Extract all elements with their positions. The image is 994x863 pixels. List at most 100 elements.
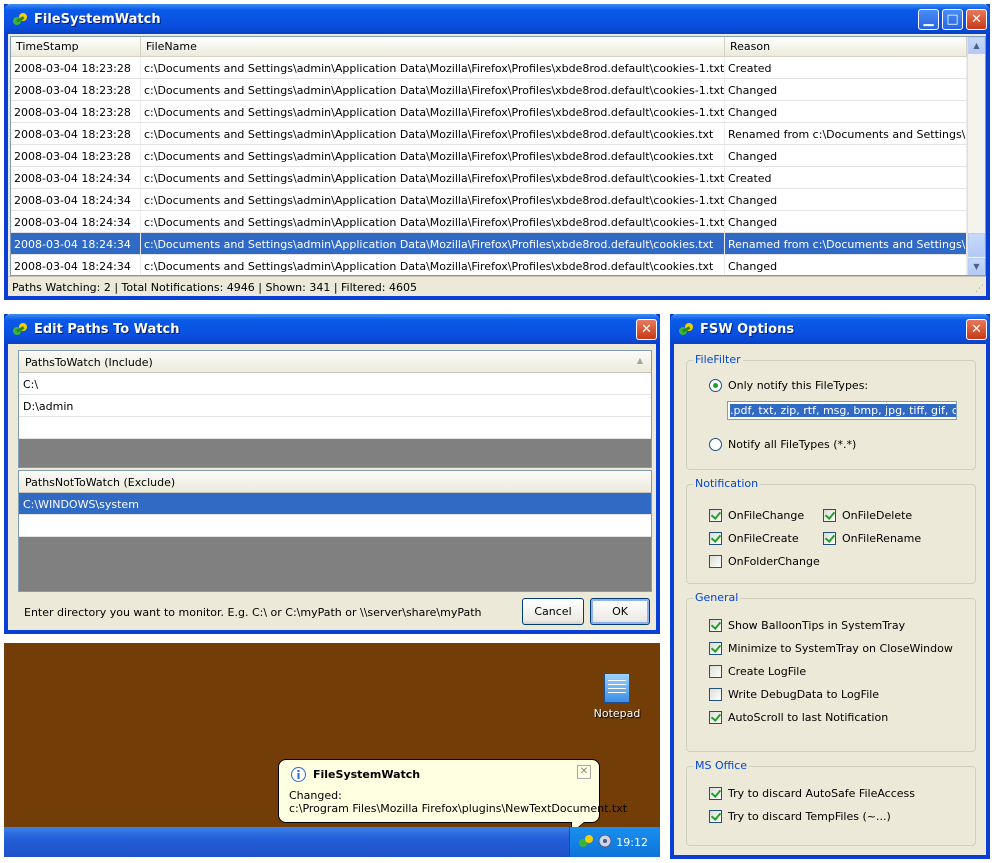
options-titlebar[interactable]: FSW Options ✕ bbox=[670, 314, 990, 344]
minimize-to-tray-checkbox[interactable]: Minimize to SystemTray on CloseWindow bbox=[709, 642, 953, 655]
only-filetypes-label: Only notify this FileTypes: bbox=[728, 379, 869, 392]
options-client: FileFilter Only notify this FileTypes: .… bbox=[674, 344, 986, 855]
table-row[interactable]: 2008-03-04 18:24:34 c:\Documents and Sett… bbox=[11, 167, 985, 189]
exclude-header[interactable]: PathsNotToWatch (Exclude) bbox=[19, 471, 651, 493]
onfilechange-checkbox[interactable]: OnFileChange bbox=[709, 509, 804, 522]
info-icon bbox=[291, 767, 306, 782]
checkbox-indicator bbox=[709, 665, 722, 678]
exclude-row[interactable]: C:\WINDOWS\system bbox=[19, 493, 651, 515]
create-logfile-checkbox[interactable]: Create LogFile bbox=[709, 665, 806, 678]
cell-timestamp: 2008-03-04 18:23:28 bbox=[11, 123, 141, 144]
notepad-icon bbox=[604, 673, 630, 703]
notification-list[interactable]: TimeStamp FileName Reason 2008-03-04 18:… bbox=[10, 36, 986, 276]
table-row[interactable]: 2008-03-04 18:23:28 c:\Documents and Sett… bbox=[11, 79, 985, 101]
onfilecreate-label: OnFileCreate bbox=[728, 532, 799, 545]
network-tray-icon[interactable] bbox=[598, 834, 612, 848]
notepad-desktop-icon[interactable]: Notepad bbox=[592, 673, 642, 720]
write-debugdata-checkbox[interactable]: Write DebugData to LogFile bbox=[709, 688, 879, 701]
cell-timestamp: 2008-03-04 18:24:34 bbox=[11, 211, 141, 232]
options-close-button[interactable]: ✕ bbox=[966, 318, 987, 340]
vertical-scrollbar[interactable]: ▲ ▼ bbox=[967, 37, 985, 275]
notification-group: Notification OnFileChange OnFileDelete O… bbox=[686, 477, 976, 584]
checkbox-indicator bbox=[709, 810, 722, 823]
exclude-new-row[interactable] bbox=[19, 515, 651, 537]
exclude-paths-grid[interactable]: PathsNotToWatch (Exclude) C:\WINDOWS\sys… bbox=[18, 470, 652, 592]
scroll-up-button[interactable]: ▲ bbox=[968, 37, 985, 54]
main-titlebar[interactable]: FileSystemWatch ▁ □ ✕ bbox=[4, 4, 990, 34]
filetypes-input[interactable]: .pdf, txt, zip, rtf, msg, bmp, jpg, tiff… bbox=[727, 401, 957, 420]
checkbox-indicator bbox=[709, 509, 722, 522]
checkbox-indicator bbox=[709, 532, 722, 545]
table-row[interactable]: 2008-03-04 18:24:34 c:\Documents and Sett… bbox=[11, 255, 985, 275]
autoscroll-checkbox[interactable]: AutoScroll to last Notification bbox=[709, 711, 888, 724]
onfilerename-checkbox[interactable]: OnFileRename bbox=[823, 532, 921, 545]
onfiledelete-checkbox[interactable]: OnFileDelete bbox=[823, 509, 912, 522]
notepad-label: Notepad bbox=[593, 707, 641, 720]
onfilecreate-checkbox[interactable]: OnFileCreate bbox=[709, 532, 799, 545]
scroll-thumb[interactable] bbox=[968, 233, 985, 257]
table-row[interactable]: 2008-03-04 18:24:34 c:\Documents and Sett… bbox=[11, 189, 985, 211]
options-title: FSW Options bbox=[700, 321, 795, 337]
show-balloontips-checkbox[interactable]: Show BalloonTips in SystemTray bbox=[709, 619, 905, 632]
cancel-button[interactable]: Cancel bbox=[522, 598, 584, 625]
cell-reason: Changed bbox=[725, 211, 967, 232]
msoffice-title: MS Office bbox=[693, 759, 750, 772]
exclude-header-label: PathsNotToWatch (Exclude) bbox=[25, 476, 176, 489]
column-header-reason[interactable]: Reason bbox=[725, 37, 967, 56]
table-row[interactable]: 2008-03-04 18:23:28 c:\Documents and Sett… bbox=[11, 57, 985, 79]
close-button[interactable]: ✕ bbox=[966, 8, 987, 30]
balloon-tip[interactable]: FileSystemWatch ✕ Changed: c:\Program Fi… bbox=[278, 759, 627, 834]
balloon-line1: Changed: bbox=[289, 789, 342, 802]
include-row[interactable]: D:\admin bbox=[19, 395, 651, 417]
balloon-close-button[interactable]: ✕ bbox=[577, 765, 591, 779]
scroll-down-button[interactable]: ▼ bbox=[968, 258, 985, 275]
edit-paths-titlebar[interactable]: Edit Paths To Watch ✕ bbox=[4, 314, 660, 344]
status-bar: Paths Watching: 2 | Total Notifications:… bbox=[8, 276, 986, 296]
close-icon: ✕ bbox=[971, 11, 982, 27]
create-logfile-label: Create LogFile bbox=[728, 665, 807, 678]
onfilerename-label: OnFileRename bbox=[842, 532, 922, 545]
maximize-button[interactable]: □ bbox=[942, 8, 963, 30]
close-icon: ✕ bbox=[971, 321, 982, 337]
all-filetypes-radio[interactable]: Notify all FileTypes (*.*) bbox=[709, 438, 856, 451]
app-icon bbox=[13, 323, 27, 335]
general-group: General Show BalloonTips in SystemTray M… bbox=[686, 591, 976, 752]
cell-timestamp: 2008-03-04 18:24:34 bbox=[11, 189, 141, 210]
cell-filename: c:\Documents and Settings\admin\Applicat… bbox=[141, 255, 725, 275]
discard-tempfiles-checkbox[interactable]: Try to discard TempFiles (~...) bbox=[709, 810, 891, 823]
ok-button[interactable]: OK bbox=[590, 598, 650, 625]
resize-grip-icon[interactable]: ⋰ bbox=[975, 284, 984, 294]
discard-autosafe-label: Try to discard AutoSafe FileAccess bbox=[728, 787, 915, 800]
filesystemwatch-tray-icon[interactable] bbox=[578, 834, 594, 848]
minimize-button[interactable]: ▁ bbox=[918, 8, 939, 30]
include-paths-grid[interactable]: PathsToWatch (Include) ▲ C:\ D:\admin bbox=[18, 350, 652, 468]
clock[interactable]: 19:12 bbox=[616, 836, 648, 849]
app-icon bbox=[13, 13, 27, 25]
cell-timestamp: 2008-03-04 18:23:28 bbox=[11, 79, 141, 100]
table-row[interactable]: 2008-03-04 18:23:28 c:\Documents and Sett… bbox=[11, 145, 985, 167]
onfolderchange-checkbox[interactable]: OnFolderChange bbox=[709, 555, 820, 568]
cell-filename: c:\Documents and Settings\admin\Applicat… bbox=[141, 57, 725, 78]
include-header[interactable]: PathsToWatch (Include) ▲ bbox=[19, 351, 651, 373]
include-row[interactable]: C:\ bbox=[19, 373, 651, 395]
cell-reason: Changed bbox=[725, 101, 967, 122]
only-filetypes-radio[interactable]: Only notify this FileTypes: bbox=[709, 379, 868, 392]
cell-timestamp: 2008-03-04 18:23:28 bbox=[11, 145, 141, 166]
cell-filename: c:\Documents and Settings\admin\Applicat… bbox=[141, 189, 725, 210]
autoscroll-label: AutoScroll to last Notification bbox=[728, 711, 889, 724]
table-row[interactable]: 2008-03-04 18:24:34 c:\Documents and Sett… bbox=[11, 233, 985, 255]
cell-reason: Created bbox=[725, 167, 967, 188]
column-header-timestamp[interactable]: TimeStamp bbox=[11, 37, 141, 56]
radio-indicator bbox=[709, 438, 722, 451]
table-row[interactable]: 2008-03-04 18:24:34 c:\Documents and Sett… bbox=[11, 211, 985, 233]
close-icon: ✕ bbox=[641, 321, 652, 337]
show-balloontips-label: Show BalloonTips in SystemTray bbox=[728, 619, 906, 632]
table-row[interactable]: 2008-03-04 18:23:28 c:\Documents and Sett… bbox=[11, 101, 985, 123]
discard-autosafe-checkbox[interactable]: Try to discard AutoSafe FileAccess bbox=[709, 787, 915, 800]
table-row[interactable]: 2008-03-04 18:23:28 c:\Documents and Sett… bbox=[11, 123, 985, 145]
write-debugdata-label: Write DebugData to LogFile bbox=[728, 688, 880, 701]
app-icon bbox=[679, 323, 693, 335]
edit-paths-close-button[interactable]: ✕ bbox=[636, 318, 657, 340]
column-header-filename[interactable]: FileName bbox=[141, 37, 725, 56]
include-new-row[interactable] bbox=[19, 417, 651, 439]
